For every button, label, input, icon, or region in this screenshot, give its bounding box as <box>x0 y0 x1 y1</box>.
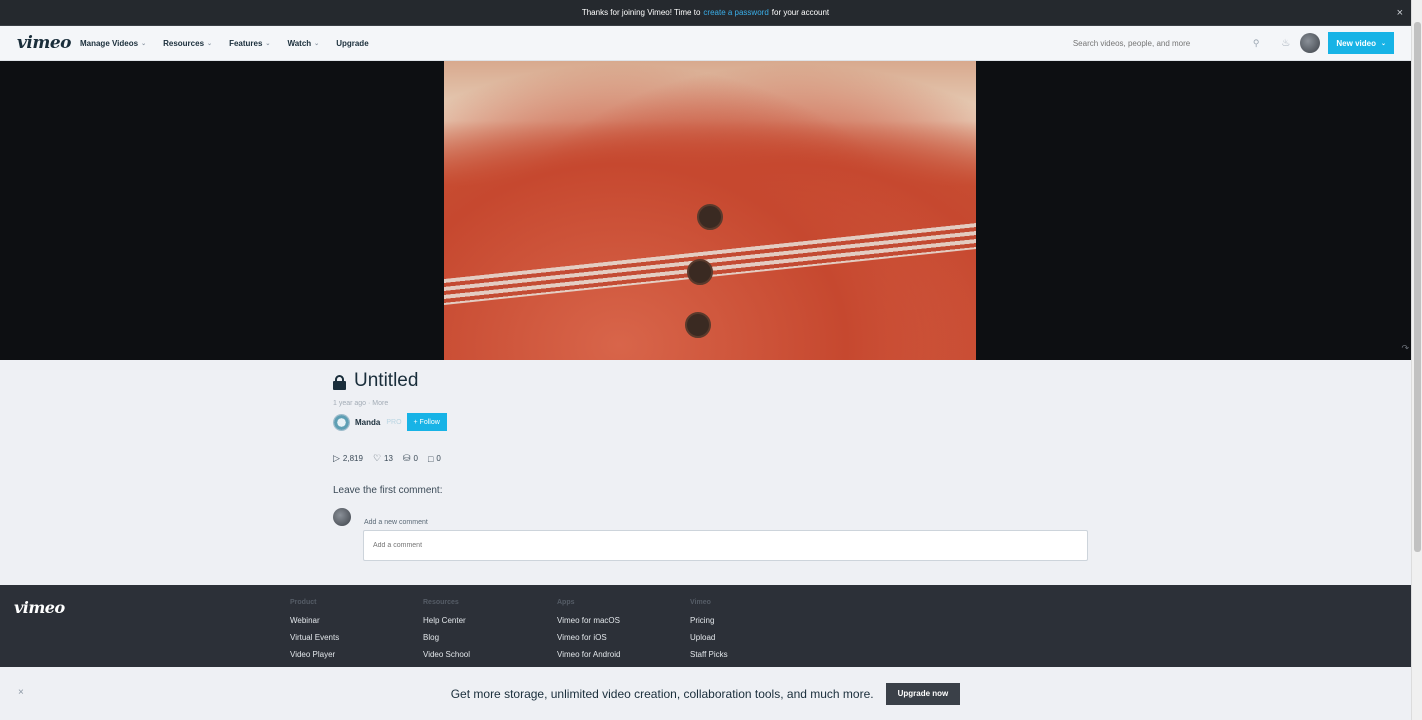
footer-link[interactable]: Video Player <box>290 650 339 659</box>
comment-icon: □ <box>427 453 434 464</box>
owner-avatar[interactable] <box>333 413 350 431</box>
video-frame[interactable] <box>444 61 976 360</box>
bell-icon[interactable]: ♨ <box>1281 38 1290 49</box>
footer-link[interactable]: Video School <box>423 650 470 659</box>
heart-icon: ♡ <box>372 453 382 463</box>
menu-features[interactable]: Features ⌄ <box>229 39 270 48</box>
footer-vimeo-logo[interactable]: vimeo <box>14 598 65 617</box>
signup-notice-bar: Thanks for joining Vimeo! Time to create… <box>0 0 1411 26</box>
page-scrollbar[interactable] <box>1411 0 1422 720</box>
chevron-down-icon: ⌄ <box>141 40 147 47</box>
video-meta: 1 year ago · More <box>333 400 389 407</box>
video-frame-detail <box>697 204 723 230</box>
expand-icon[interactable]: ↷ <box>1401 343 1409 354</box>
close-icon[interactable]: × <box>18 687 24 698</box>
upgrade-banner: × Get more storage, unlimited video crea… <box>0 667 1411 720</box>
follow-button[interactable]: + Follow <box>406 413 447 431</box>
upgrade-now-button[interactable]: Upgrade now <box>885 682 961 705</box>
main-menu: Manage Videos ⌄ Resources ⌄ Features ⌄ Watc… <box>80 39 386 48</box>
footer-column-resources: Resources Help Center Blog Video School <box>423 599 470 667</box>
comment-input[interactable] <box>363 530 1088 561</box>
footer-link[interactable]: Webinar <box>290 616 339 625</box>
footer-link[interactable]: Pricing <box>690 616 728 625</box>
vimeo-logo[interactable]: vimeo <box>17 33 71 53</box>
create-password-link[interactable]: create a password <box>703 8 768 17</box>
footer-link[interactable]: Vimeo for iOS <box>557 633 620 642</box>
plays-stat: ▷ 2,819 <box>333 453 363 463</box>
scrollbar-thumb[interactable] <box>1414 22 1421 552</box>
lock-icon <box>333 374 346 390</box>
footer-link[interactable]: Vimeo for Android <box>557 650 620 659</box>
top-nav: vimeo Manage Videos ⌄ Resources ⌄ Features… <box>0 26 1411 61</box>
menu-watch[interactable]: Watch ⌄ <box>287 39 319 48</box>
owner-name[interactable]: Manda <box>355 418 380 427</box>
comments-stat[interactable]: □ 0 <box>428 454 441 464</box>
footer-heading: Apps <box>557 599 575 606</box>
chevron-down-icon: ⌄ <box>207 40 213 47</box>
play-icon: ▷ <box>333 453 340 463</box>
chevron-down-icon: ⌄ <box>314 40 320 47</box>
footer-link[interactable]: Upload <box>690 633 728 642</box>
video-stats: ▷ 2,819 ♡ 13 ⛁ 0 □ 0 <box>333 453 1093 464</box>
video-title: Untitled <box>354 370 419 391</box>
upgrade-message: Get more storage, unlimited video creati… <box>450 686 874 701</box>
chevron-down-icon: ⌄ <box>265 40 271 47</box>
footer-link[interactable]: Help Center <box>423 616 470 625</box>
footer: vimeo Product Webinar Virtual Events Vid… <box>0 585 1411 667</box>
layers-icon: ⛁ <box>402 453 411 463</box>
chevron-down-icon: ⌄ <box>1380 40 1386 47</box>
video-title-row: Untitled <box>333 370 1093 392</box>
comment-label: Add a new comment <box>364 519 428 526</box>
footer-column-product: Product Webinar Virtual Events Video Pla… <box>290 599 339 667</box>
nav-actions: ⚲ ♨ New video⌄ <box>1072 32 1394 54</box>
notice-text-end: for your account <box>771 8 830 17</box>
video-frame-detail <box>685 312 711 338</box>
video-details: Untitled 1 year ago · More Manda PRO + F… <box>333 370 1093 568</box>
footer-heading: Product <box>290 599 317 606</box>
search-icon[interactable]: ⚲ <box>1253 38 1260 49</box>
menu-resources[interactable]: Resources ⌄ <box>163 39 212 48</box>
menu-upgrade[interactable]: Upgrade <box>336 39 368 48</box>
video-player[interactable]: ↷ <box>0 61 1411 360</box>
footer-heading: Resources <box>423 599 459 606</box>
likes-stat[interactable]: ♡ 13 <box>373 453 393 464</box>
footer-link[interactable]: Vimeo for macOS <box>557 616 620 625</box>
comment-form: Add a new comment <box>333 508 1093 568</box>
footer-column-vimeo: Vimeo Pricing Upload Staff Picks <box>690 599 728 667</box>
close-icon[interactable]: × <box>1397 7 1403 19</box>
footer-link[interactable]: Blog <box>423 633 470 642</box>
notice-text: Thanks for joining Vimeo! Time to <box>581 8 701 17</box>
pro-badge: PRO <box>386 418 402 426</box>
footer-link[interactable]: Staff Picks <box>690 650 728 659</box>
comment-heading: Leave the first comment: <box>333 485 443 496</box>
user-avatar[interactable] <box>1300 33 1321 53</box>
menu-manage-videos[interactable]: Manage Videos ⌄ <box>80 39 146 48</box>
footer-heading: Vimeo <box>690 599 711 606</box>
search-input[interactable] <box>1072 32 1253 54</box>
commenter-avatar <box>333 508 351 526</box>
new-video-button[interactable]: New video ⌄ <box>1328 32 1394 54</box>
footer-link[interactable]: Virtual Events <box>290 633 339 642</box>
footer-column-apps: Apps Vimeo for macOS Vimeo for iOS Vimeo… <box>557 599 620 667</box>
video-frame-detail <box>687 259 713 285</box>
owner-row: Manda PRO + Follow <box>333 413 1093 431</box>
collections-stat[interactable]: ⛁ 0 <box>403 453 418 464</box>
